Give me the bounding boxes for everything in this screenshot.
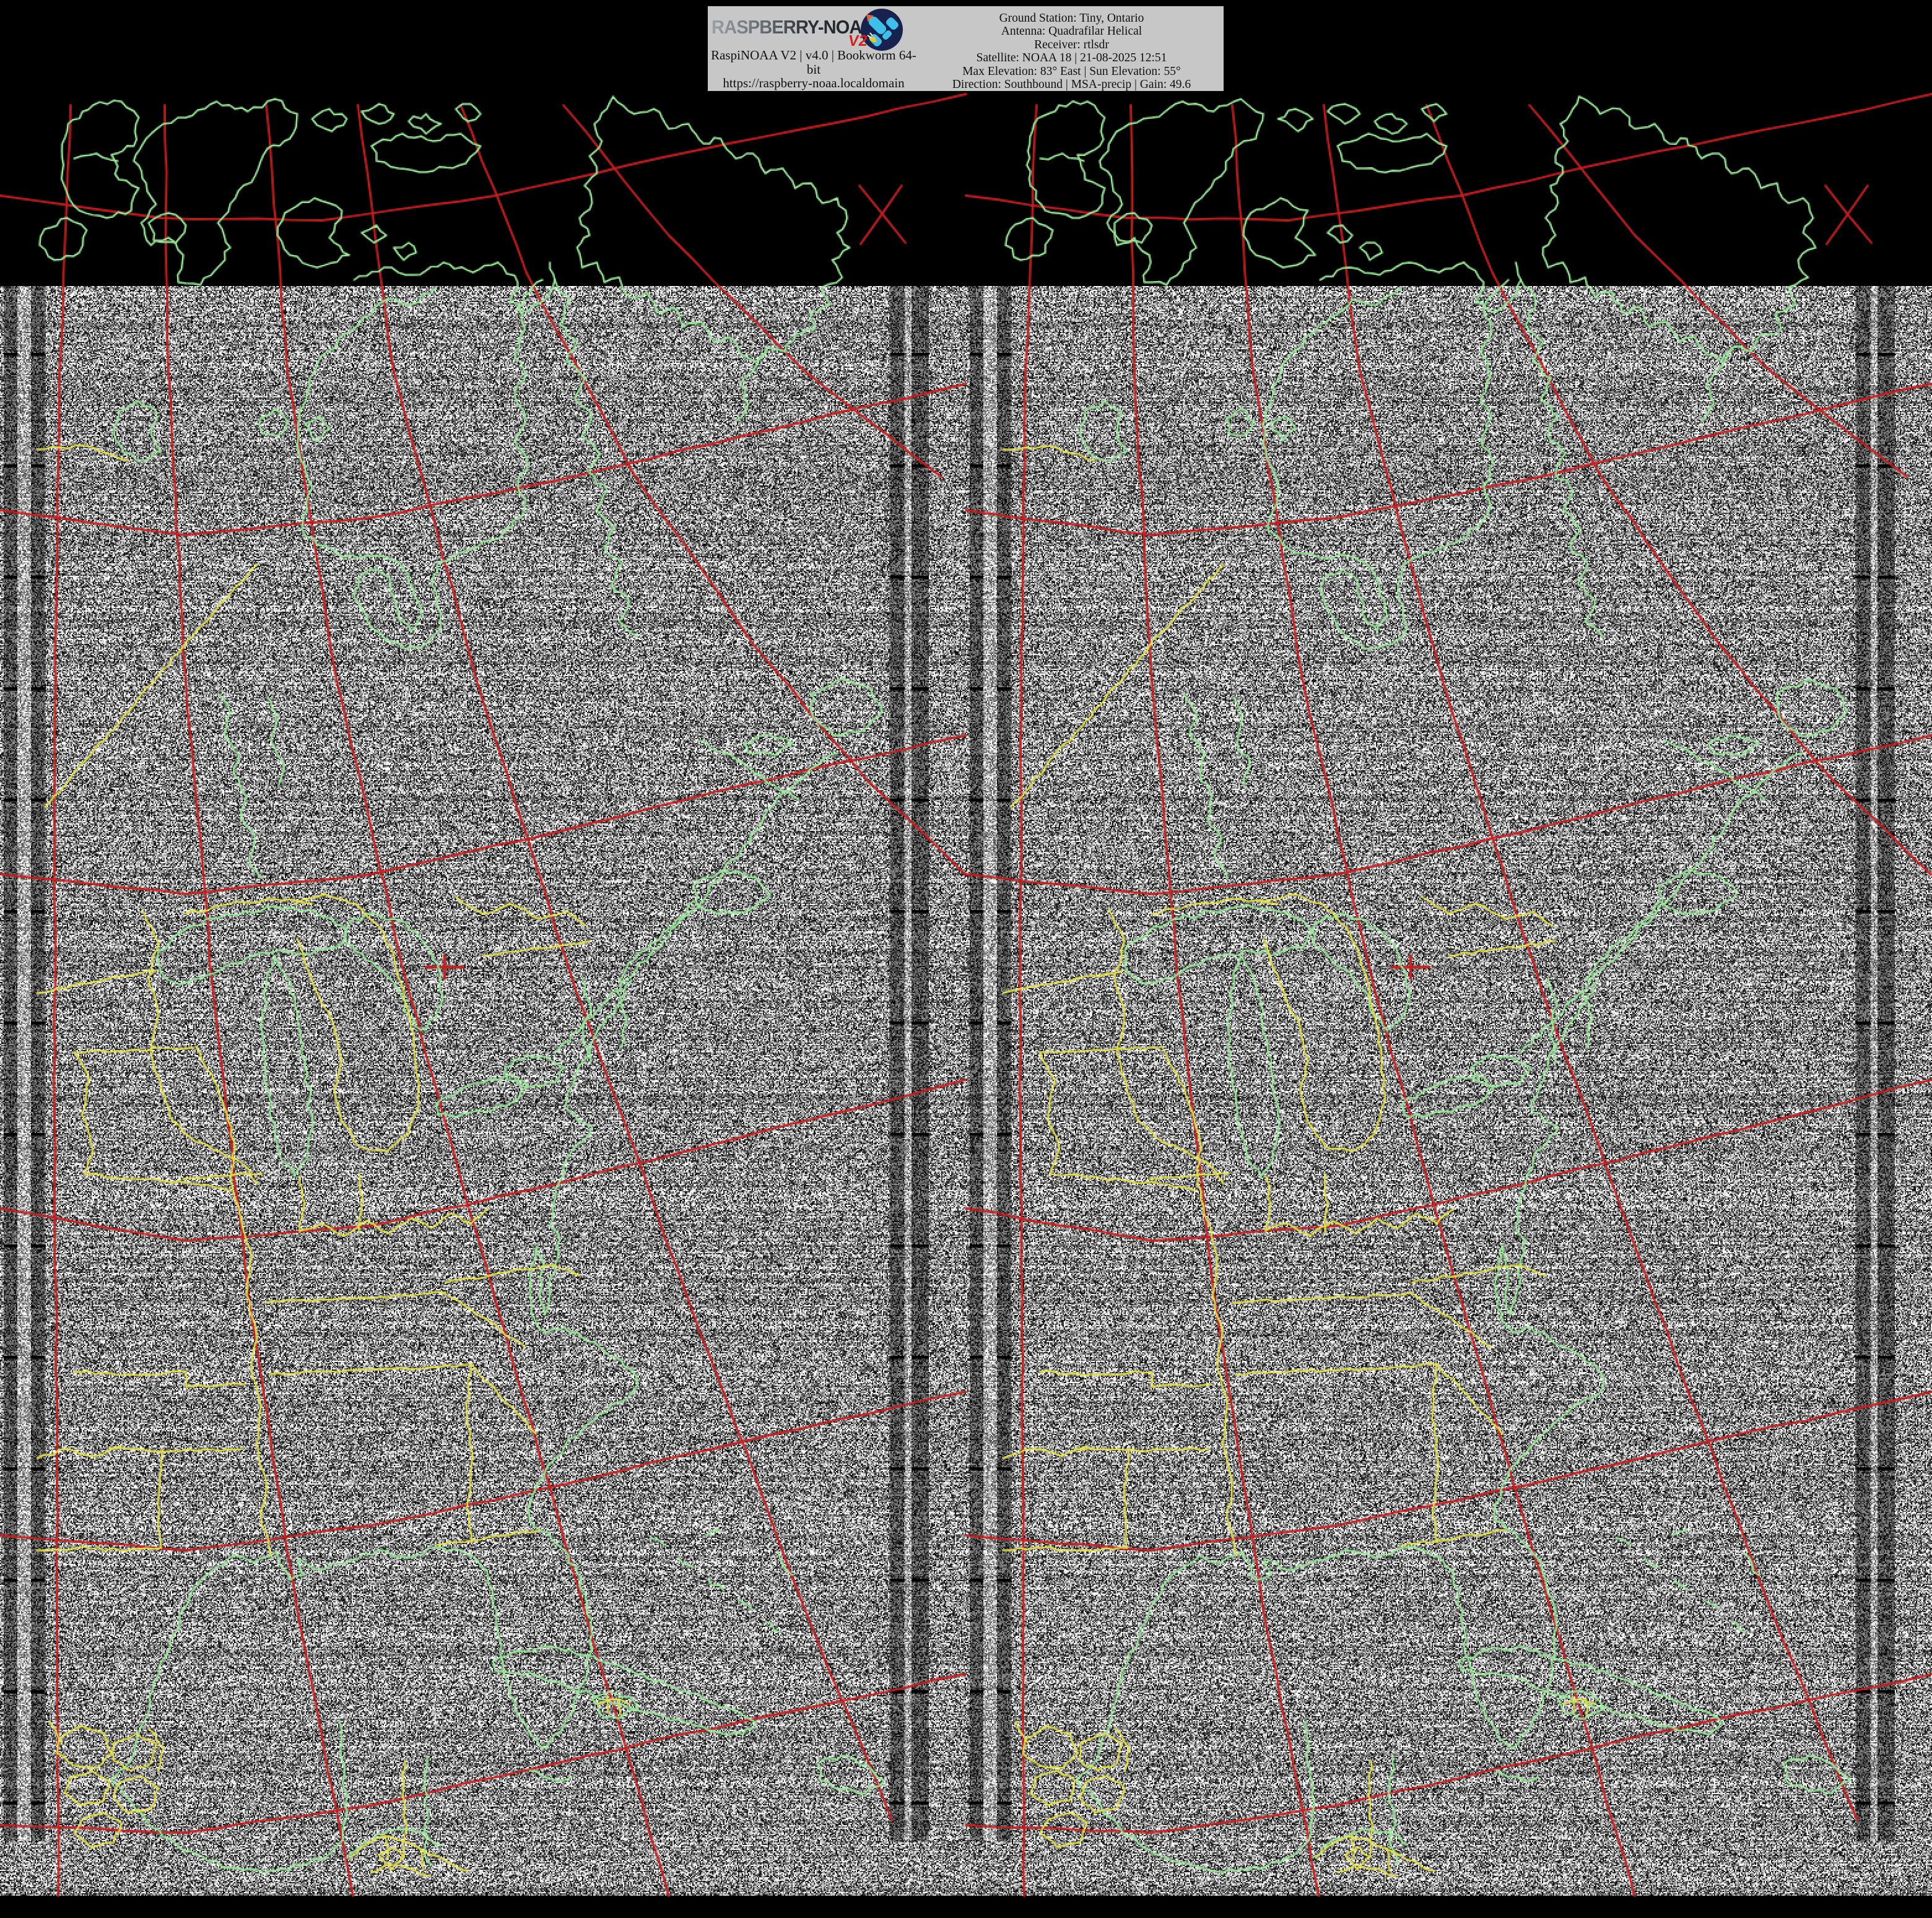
pass-info-line: Max Elevation: 83° East | Sun Elevation:… bbox=[920, 65, 1224, 78]
pass-info-line: Direction: Southbound | MSA-precip | Gai… bbox=[920, 78, 1224, 91]
pass-info-line: Receiver: rtlsdr bbox=[920, 38, 1224, 51]
app-version-line: RaspiNOAA V2 | v4.0 | Bookworm 64-bit bbox=[710, 48, 918, 76]
pass-info-line: Satellite: NOAA 18 | 21-08-2025 12:51 bbox=[920, 51, 1224, 64]
satellite-image-canvas bbox=[0, 0, 1932, 1918]
pass-info-block: Ground Station: Tiny, Ontario Antenna: Q… bbox=[920, 6, 1224, 91]
app-url: https://raspberry-noaa.localdomain bbox=[710, 76, 918, 90]
header-banner: RASPBERRY-NOAA V2 RaspiNOAA V2 | v4.0 | … bbox=[708, 6, 1224, 91]
logo-block: RASPBERRY-NOAA V2 RaspiNOAA V2 | v4.0 | … bbox=[708, 6, 920, 91]
pass-info-line: Ground Station: Tiny, Ontario bbox=[920, 12, 1224, 25]
pass-info-line: Antenna: Quadrafilar Helical bbox=[920, 25, 1224, 38]
raspinoaa-capture-page: RASPBERRY-NOAA V2 RaspiNOAA V2 | v4.0 | … bbox=[0, 0, 1932, 1918]
